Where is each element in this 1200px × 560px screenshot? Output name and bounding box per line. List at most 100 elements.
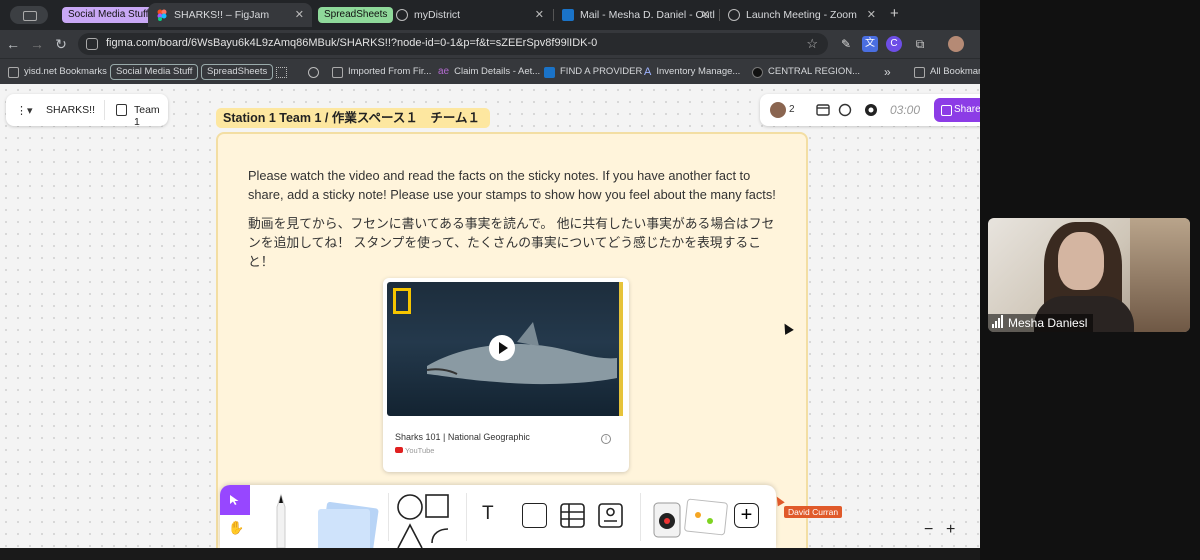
collaborator-avatar[interactable] [770,102,786,118]
tab-sharks-figjam[interactable]: SHARKS!! – FigJam ✕ [148,3,312,27]
folder-icon [914,66,925,78]
outlook-icon [544,66,555,78]
remote-cursor-name: David Curran [784,506,843,518]
url-text: figma.com/board/6WsBayu6k4L9zAmq86MBuk/S… [106,37,598,49]
bookmark-spreadsheets[interactable]: SpreadSheets [201,64,274,80]
forward-icon[interactable]: → [28,35,46,53]
tab-title: myDistrict [414,9,461,21]
instructions-english: Please watch the video and read the fact… [248,168,776,202]
bookmark-central-region[interactable]: CENTRAL REGION... [752,64,860,80]
signal-strength-icon [992,315,1003,328]
globe-icon [728,9,740,21]
add-button[interactable]: + [734,503,759,528]
site-info-icon[interactable] [86,38,98,50]
close-icon[interactable]: ✕ [295,8,304,21]
widget-icon[interactable] [864,103,878,117]
figma-icon [157,9,167,21]
extension-c-icon[interactable]: C [886,36,902,52]
layout-icon[interactable] [816,103,830,117]
bookmarks-bar: yisd.net Bookmarks Social Media Stuff Sp… [0,58,991,84]
video-accent-bar [619,282,623,416]
bookmark-imported[interactable]: Imported From Fir... [332,64,431,80]
profile-avatar[interactable] [948,36,964,52]
browser-toolbar: ← → ↻ figma.com/board/6WsBayu6k4L9zAmq86… [0,30,980,58]
bookmark-star-icon[interactable]: ☆ [806,36,818,52]
tab-zoom[interactable]: Launch Meeting - Zoom ✕ [720,3,884,27]
zoom-controls: − + [918,521,980,545]
marker-tool-icon[interactable] [270,493,292,548]
shape-tool-icon[interactable] [396,493,452,548]
tab-bar: Social Media Stuff SHARKS!! – FigJam ✕ S… [0,0,980,30]
address-bar[interactable]: figma.com/board/6WsBayu6k4L9zAmq86MBuk/S… [78,33,828,55]
natgeo-logo [393,288,411,314]
creation-toolbar: ✋ T + [220,485,776,548]
figjam-menu-icon[interactable]: ⋮▾ [16,104,33,117]
video-source: YouTube [405,446,435,455]
reload-icon[interactable]: ↻ [52,35,70,53]
instructions-japanese: 動画を見てから、フセンに書いてある事実を読んで。 他に共有したい事実がある場合は… [248,216,775,269]
tab-title: Launch Meeting - Zoom [746,9,857,21]
zoom-panel: Mesha Daniesl [980,0,1200,560]
collaborator-count[interactable]: 2 [789,104,795,115]
back-icon[interactable]: ← [4,35,22,53]
play-button[interactable] [489,335,515,361]
close-icon[interactable]: ✕ [867,8,876,21]
timer[interactable]: 03:00 [890,103,920,117]
puzzle-icon[interactable]: ⧉ [912,36,928,52]
tab-mydistrict[interactable]: myDistrict ✕ [388,3,552,27]
text-tool[interactable]: T [482,503,494,525]
bookmark-find-provider[interactable]: FIND A PROVIDER [544,64,642,80]
apps-grid-icon[interactable] [276,64,292,80]
hand-tool-icon[interactable]: ✋ [228,520,244,536]
tab-title: SHARKS!! – FigJam [174,9,270,21]
tab-title: Mail - Mesha D. Daniel - Outl [580,9,715,21]
sticky-note-tool-icon[interactable] [314,501,384,548]
share-button[interactable]: Share [934,98,980,122]
pointer-icon [230,495,239,505]
globe-bookmark-icon[interactable] [308,64,324,80]
file-menu[interactable]: ⋮▾ SHARKS!! Team 1 [6,94,168,128]
more-stuff-icon[interactable] [650,495,730,543]
tab-mail[interactable]: Mail - Mesha D. Daniel - Outl ✕ [554,3,718,27]
comment-icon[interactable] [838,103,852,117]
taskbar-strip [0,548,980,560]
participant-video[interactable]: Mesha Daniesl [988,218,1190,332]
folder-icon [8,66,19,78]
translate-icon[interactable]: 文 [862,36,878,52]
select-tool[interactable] [220,485,250,515]
section-title[interactable]: Station 1 Team 1 / 作業スペース１ チーム１ [216,108,490,128]
more-bookmarks-icon[interactable]: » [884,64,891,80]
video-embed[interactable]: Sharks 101 | National Geographic YouTube… [383,278,629,472]
zoom-out-button[interactable]: − [924,521,933,539]
folder-icon [332,66,343,78]
info-icon[interactable]: i [601,434,611,444]
bookmark-social-media[interactable]: Social Media Stuff [110,64,199,80]
a-logo-icon: A [644,66,652,78]
edit-pen-icon[interactable]: ✎ [838,36,854,52]
tab-search-icon[interactable] [10,6,48,24]
bookmark-claim-details[interactable]: ae Claim Details - Aet... [438,64,540,80]
video-title[interactable]: Sharks 101 | National Geographic [395,432,530,442]
site-icon [752,66,763,78]
stamp-tool-icon[interactable] [598,503,623,528]
participant-name: Mesha Daniesl [988,314,1094,332]
section-tool-icon[interactable] [522,503,547,528]
zoom-in-button[interactable]: + [946,521,955,539]
close-icon[interactable]: ✕ [535,8,544,21]
table-tool-icon[interactable] [560,503,585,528]
outlook-icon [562,9,574,21]
page-name[interactable]: Team 1 [134,104,168,128]
file-name[interactable]: SHARKS!! [46,104,95,116]
bookmark-yisd[interactable]: yisd.net Bookmarks [8,64,107,80]
tab-group-spreadsheets[interactable]: SpreadSheets [318,7,394,23]
aetna-icon: ae [438,66,450,77]
youtube-icon [395,447,403,453]
bookmark-inventory[interactable]: A Inventory Manage... [644,64,740,80]
new-tab-icon[interactable]: + [890,5,899,22]
close-icon[interactable]: ✕ [701,8,710,21]
figjam-canvas[interactable]: ⋮▾ SHARKS!! Team 1 2 03:00 Share Station… [0,84,980,548]
page-icon [116,104,127,116]
tab-group-social-media[interactable]: Social Media Stuff [62,7,155,23]
video-thumbnail[interactable] [387,282,623,416]
browser-chrome: Social Media Stuff SHARKS!! – FigJam ✕ S… [0,0,991,84]
